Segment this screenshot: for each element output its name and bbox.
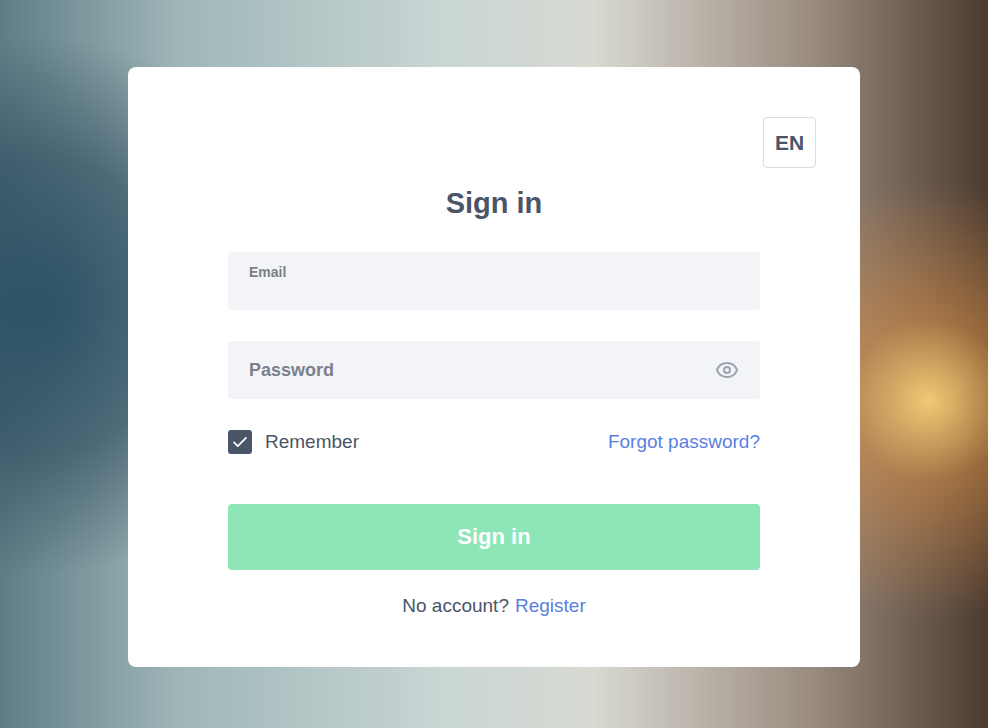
field-label: Email xyxy=(249,262,739,280)
sign-in-card: EN Sign in Email Remember Forgot password? Si… xyxy=(128,67,860,667)
check-icon xyxy=(231,433,249,451)
page: EN Sign in Email Remember Forgot password? Si… xyxy=(0,0,988,728)
email-field[interactable]: Email xyxy=(228,252,760,310)
sign-in-button[interactable]: Sign in xyxy=(228,504,760,570)
remember-checkbox[interactable]: Remember xyxy=(228,430,359,454)
password-input[interactable] xyxy=(249,360,705,381)
remember-label: Remember xyxy=(265,431,359,453)
register-link[interactable]: Register xyxy=(515,595,586,617)
card-header: EN xyxy=(172,117,816,168)
password-field[interactable] xyxy=(228,341,760,399)
checkbox-box[interactable] xyxy=(228,430,252,454)
register-row: No account? Register xyxy=(228,595,760,617)
show-password-button[interactable] xyxy=(715,358,739,382)
forgot-password-link[interactable]: Forgot password? xyxy=(608,431,760,453)
email-input[interactable] xyxy=(249,280,739,301)
sign-in-form: Email Remember Forgot password? Sign in No a… xyxy=(228,252,760,617)
title: Sign in xyxy=(446,186,543,220)
options-row: Remember Forgot password? xyxy=(228,430,760,454)
eye-icon[interactable] xyxy=(715,358,739,382)
no-account-text: No account? xyxy=(402,595,509,617)
language-button[interactable]: EN xyxy=(763,117,816,168)
